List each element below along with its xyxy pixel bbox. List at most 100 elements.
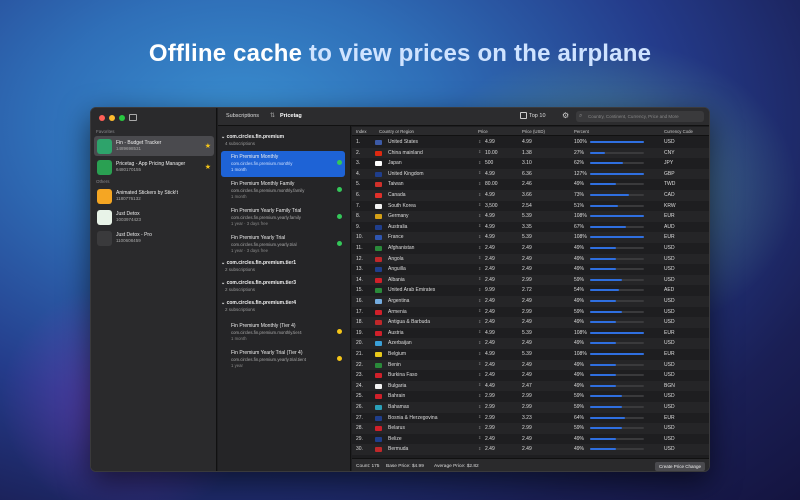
app-item[interactable]: Animated Stickers by Stick!t 1180776132 bbox=[94, 186, 214, 206]
stepper-icon[interactable]: ⇕ bbox=[478, 372, 481, 377]
subscription-item[interactable]: Fin Premium Monthly (Tier 4) com.circles… bbox=[221, 320, 345, 346]
row-price[interactable]: 2.99 bbox=[485, 404, 495, 410]
row-price[interactable]: 10.00 bbox=[485, 150, 498, 156]
table-row[interactable]: 28. Belarus ⇕ 2.99 2.99 59% USD bbox=[352, 423, 709, 434]
table-row[interactable]: 11. Afghanistan ⇕ 2.49 2.49 49% USD bbox=[352, 243, 709, 254]
row-price[interactable]: 4.99 bbox=[485, 171, 495, 177]
stepper-icon[interactable]: ⇕ bbox=[478, 213, 481, 218]
star-icon[interactable]: ★ bbox=[205, 163, 211, 171]
header-price[interactable]: Price bbox=[478, 129, 488, 134]
chevron-updown-icon[interactable]: ⇅ bbox=[270, 112, 275, 119]
header-country[interactable]: Country or Region bbox=[379, 129, 414, 134]
app-item[interactable]: Fin - Budget Tracker 1489698531 ★ bbox=[94, 136, 214, 156]
table-row[interactable]: 3. Japan ⇕ 500 3.10 62% JPY bbox=[352, 158, 709, 169]
gear-icon[interactable]: ⚙ bbox=[562, 111, 569, 120]
close-button[interactable] bbox=[99, 115, 105, 121]
table-row[interactable]: 29. Belize ⇕ 2.49 2.49 49% USD bbox=[352, 434, 709, 445]
table-row[interactable]: 14. Albania ⇕ 2.49 2.99 59% USD bbox=[352, 274, 709, 286]
subscription-group[interactable]: ⌄ com.circles.fin.premium.tier1 2 subscr… bbox=[221, 260, 296, 272]
subscription-group[interactable]: ⌄ com.circles.fin.premium 4 subscription… bbox=[221, 134, 284, 146]
row-price[interactable]: 2.49 bbox=[485, 446, 495, 452]
table-row[interactable]: 17. Armenia ⇕ 2.49 2.99 59% USD bbox=[352, 307, 709, 318]
table-row[interactable]: 27. Bosnia & Herzegovina ⇕ 2.99 3.23 64%… bbox=[352, 413, 709, 424]
stepper-icon[interactable]: ⇕ bbox=[478, 446, 481, 451]
row-price[interactable]: 4.99 bbox=[485, 330, 495, 336]
row-price[interactable]: 2.49 bbox=[485, 245, 495, 251]
table-row[interactable]: 18. Antigua & Barbuda ⇕ 2.49 2.49 49% US… bbox=[352, 317, 709, 328]
row-price[interactable]: 4.99 bbox=[485, 224, 495, 230]
stepper-icon[interactable]: ⇕ bbox=[478, 340, 481, 345]
table-row[interactable]: 19. Austria ⇕ 4.99 5.39 108% EUR bbox=[352, 328, 709, 339]
subscription-item[interactable]: Fin Premium Yearly Trial com.circles.fin… bbox=[221, 232, 345, 258]
stepper-icon[interactable]: ⇕ bbox=[478, 266, 481, 271]
stepper-icon[interactable]: ⇕ bbox=[478, 404, 481, 409]
table-row[interactable]: 25. Bahrain ⇕ 2.99 2.99 59% USD bbox=[352, 391, 709, 402]
row-price[interactable]: 500 bbox=[485, 160, 493, 166]
row-price[interactable]: 80.00 bbox=[485, 181, 498, 187]
stepper-icon[interactable]: ⇕ bbox=[478, 351, 481, 356]
row-price[interactable]: 4.99 bbox=[485, 213, 495, 219]
create-price-change-button[interactable]: Create Price Change bbox=[654, 462, 705, 471]
row-price[interactable]: 2.49 bbox=[485, 256, 495, 262]
subscription-group[interactable]: ⌄ com.circles.fin.premium.tier3 2 subscr… bbox=[221, 280, 296, 292]
stepper-icon[interactable]: ⇕ bbox=[478, 382, 481, 387]
table-row[interactable]: 30. Bermuda ⇕ 2.49 2.49 49% USD bbox=[352, 444, 709, 455]
row-price[interactable]: 4.99 bbox=[485, 139, 495, 145]
stepper-icon[interactable]: ⇕ bbox=[478, 202, 481, 207]
stepper-icon[interactable]: ⇕ bbox=[478, 319, 481, 324]
row-price[interactable]: 4.99 bbox=[485, 351, 495, 357]
table-row[interactable]: 2. China mainland ⇕ 10.00 1.38 27% CNY bbox=[352, 147, 709, 159]
row-price[interactable]: 9.99 bbox=[485, 287, 495, 293]
sidebar-toggle-icon[interactable] bbox=[129, 114, 137, 121]
row-price[interactable]: 2.49 bbox=[485, 362, 495, 368]
table-row[interactable]: 8. Germany ⇕ 4.99 5.39 108% EUR bbox=[352, 211, 709, 222]
row-price[interactable]: 2.49 bbox=[485, 298, 495, 304]
row-price[interactable]: 3,500 bbox=[485, 203, 498, 209]
header-index[interactable]: Index bbox=[356, 129, 367, 134]
row-price[interactable]: 4.99 bbox=[485, 192, 495, 198]
table-row[interactable]: 26. Bahamas ⇕ 2.99 2.99 59% USD bbox=[352, 402, 709, 413]
zoom-button[interactable] bbox=[119, 115, 125, 121]
stepper-icon[interactable]: ⇕ bbox=[478, 329, 481, 334]
table-row[interactable]: 7. South Korea ⇕ 3,500 2.54 51% KRW bbox=[352, 201, 709, 212]
table-row[interactable]: 4. United Kingdom ⇕ 4.99 6.36 127% GBP bbox=[352, 168, 709, 180]
table-row[interactable]: 23. Burkina Faso ⇕ 2.49 2.49 49% USD bbox=[352, 370, 709, 381]
row-price[interactable]: 2.49 bbox=[485, 372, 495, 378]
row-price[interactable]: 2.49 bbox=[485, 436, 495, 442]
stepper-icon[interactable]: ⇕ bbox=[478, 361, 481, 366]
subscription-group[interactable]: ⌄ com.circles.fin.premium.tier4 2 subscr… bbox=[221, 300, 296, 312]
row-price[interactable]: 2.49 bbox=[485, 319, 495, 325]
table-row[interactable]: 5. Taiwan ⇕ 80.00 2.46 49% TWD bbox=[352, 179, 709, 190]
star-icon[interactable]: ★ bbox=[205, 142, 211, 150]
table-row[interactable]: 12. Angola ⇕ 2.49 2.49 49% USD bbox=[352, 253, 709, 265]
app-item[interactable]: Pricetag - App Pricing Manager 648017015… bbox=[94, 157, 214, 177]
app-item[interactable]: Just Detox - Pro 1100608459 bbox=[94, 228, 214, 248]
stepper-icon[interactable]: ⇕ bbox=[478, 160, 481, 165]
stepper-icon[interactable]: ⇕ bbox=[478, 298, 481, 303]
stepper-icon[interactable]: ⇕ bbox=[478, 308, 481, 313]
row-price[interactable]: 2.49 bbox=[485, 340, 495, 346]
table-row[interactable]: 16. Argentina ⇕ 2.49 2.49 49% USD bbox=[352, 296, 709, 307]
stepper-icon[interactable]: ⇕ bbox=[478, 245, 481, 250]
table-row[interactable]: 20. Azerbaijan ⇕ 2.49 2.49 49% USD bbox=[352, 338, 709, 349]
table-row[interactable]: 10. France ⇕ 4.99 5.39 108% EUR bbox=[352, 232, 709, 243]
table-row[interactable]: 21. Belgium ⇕ 4.99 5.39 108% EUR bbox=[352, 349, 709, 360]
row-price[interactable]: 4.99 bbox=[485, 234, 495, 240]
row-price[interactable]: 2.49 bbox=[485, 277, 495, 283]
subscription-item[interactable]: Fin Premium Monthly Family com.circles.f… bbox=[221, 178, 345, 204]
stepper-icon[interactable]: ⇕ bbox=[478, 223, 481, 228]
stepper-icon[interactable]: ⇕ bbox=[478, 393, 481, 398]
row-price[interactable]: 2.49 bbox=[485, 266, 495, 272]
minimize-button[interactable] bbox=[109, 115, 115, 121]
stepper-icon[interactable]: ⇕ bbox=[478, 287, 481, 292]
stepper-icon[interactable]: ⇕ bbox=[478, 435, 481, 440]
table-row[interactable]: 9. Australia ⇕ 4.99 3.35 67% AUD bbox=[352, 222, 709, 233]
subscription-item[interactable]: Fin Premium Monthly com.circles.fin.prem… bbox=[221, 151, 345, 177]
stepper-icon[interactable]: ⇕ bbox=[478, 170, 481, 175]
table-row[interactable]: 22. Benin ⇕ 2.49 2.49 49% USD bbox=[352, 359, 709, 371]
row-price[interactable]: 2.99 bbox=[485, 415, 495, 421]
stepper-icon[interactable]: ⇕ bbox=[478, 149, 481, 154]
table-row[interactable]: 1. United States ⇕ 4.99 4.99 100% USD bbox=[352, 137, 709, 148]
header-percent[interactable]: Percent bbox=[574, 129, 589, 134]
stepper-icon[interactable]: ⇕ bbox=[478, 276, 481, 281]
